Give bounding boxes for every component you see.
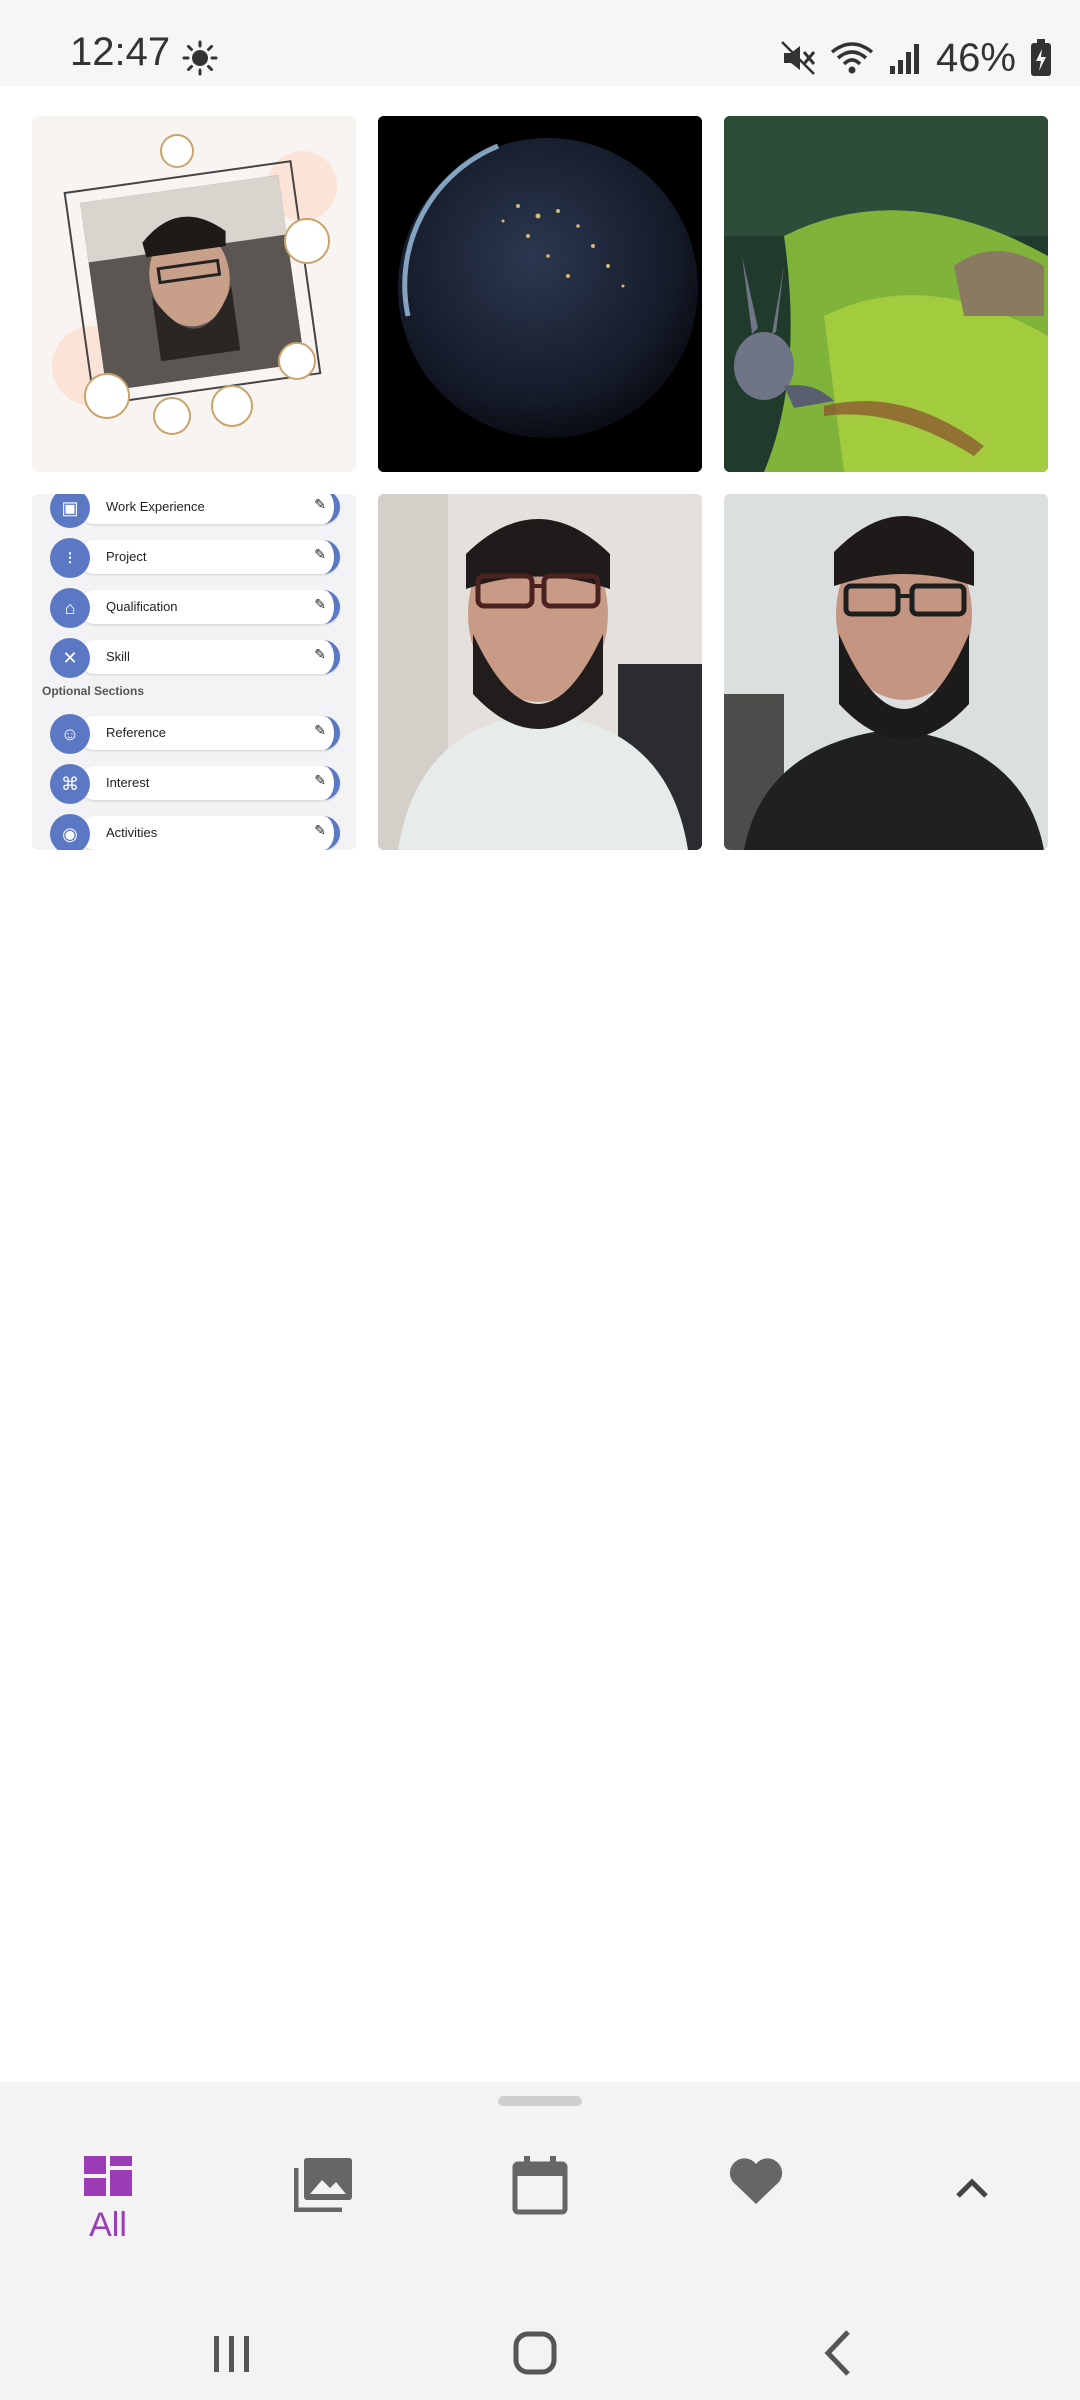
home-icon[interactable] xyxy=(512,2330,558,2376)
status-bar: 12:47 46% xyxy=(0,0,1080,86)
photo-selfie-black-jacket[interactable] xyxy=(724,494,1048,850)
wifi-icon xyxy=(830,42,874,74)
sun-icon xyxy=(182,40,218,76)
tab-photos[interactable] xyxy=(254,2156,394,2296)
pencil-icon: ✎ xyxy=(314,722,326,738)
tools-icon: ✕ xyxy=(50,638,90,678)
signal-icon xyxy=(889,44,919,74)
mute-icon xyxy=(781,41,816,75)
resume-row-project: ⁝ Project ✎ xyxy=(50,538,340,578)
status-time: 12:47 xyxy=(70,30,171,74)
recents-icon[interactable] xyxy=(210,2332,254,2376)
bottom-sheet: All xyxy=(0,2082,1080,2400)
resume-section-title: Optional Sections xyxy=(42,684,145,698)
tab-favorites[interactable] xyxy=(686,2156,826,2296)
pencil-icon: ✎ xyxy=(314,546,326,562)
photo-selfie-white-shirt[interactable] xyxy=(378,494,702,850)
photo-rabbit-grass[interactable] xyxy=(724,116,1048,472)
chevron-up-icon xyxy=(956,2178,988,2198)
project-icon: ⁝ xyxy=(50,538,90,578)
resume-row-qualification: ⌂ Qualification ✎ xyxy=(50,588,340,628)
briefcase-icon: ▣ xyxy=(50,494,90,528)
battery-charging-icon xyxy=(1031,39,1051,76)
pencil-icon: ✎ xyxy=(314,596,326,612)
photo-framed-portrait[interactable] xyxy=(32,116,356,472)
people-icon: ☺ xyxy=(50,714,90,754)
ball-icon: ◉ xyxy=(50,814,90,850)
resume-row-reference: ☺ Reference ✎ xyxy=(50,714,340,754)
graduation-cap-icon: ⌂ xyxy=(50,588,90,628)
resume-row-activities: ◉ Activities ✎ xyxy=(50,814,340,850)
heart-icon xyxy=(729,2158,783,2204)
tab-all[interactable]: All xyxy=(38,2156,178,2296)
photo-earth-night[interactable] xyxy=(378,116,702,472)
screenshot-resume-sections[interactable]: ▣ Work Experience ✎ ⁝ Project ✎ ⌂ Qualif… xyxy=(32,494,356,850)
grid-icon xyxy=(84,2156,132,2196)
pencil-icon: ✎ xyxy=(314,646,326,662)
earth-image xyxy=(378,116,702,472)
photos-icon xyxy=(294,2158,352,2212)
resume-row-skill: ✕ Skill ✎ xyxy=(50,638,340,678)
rabbit-image xyxy=(724,116,1048,472)
status-right: 46% xyxy=(780,30,1052,86)
pencil-icon: ✎ xyxy=(314,772,326,788)
pencil-icon: ✎ xyxy=(314,822,326,838)
tab-expand[interactable] xyxy=(902,2156,1042,2296)
resume-row-work-experience: ▣ Work Experience ✎ xyxy=(50,494,340,528)
command-icon: ⌘ xyxy=(50,764,90,804)
selfie-black-jacket-image xyxy=(724,494,1048,850)
back-icon[interactable] xyxy=(820,2328,856,2378)
battery-percent: 46% xyxy=(935,35,1016,80)
resume-row-interest: ⌘ Interest ✎ xyxy=(50,764,340,804)
selfie-white-shirt-image xyxy=(378,494,702,850)
framed-portrait-image xyxy=(32,116,356,472)
pencil-icon: ✎ xyxy=(314,496,326,512)
system-nav-bar xyxy=(0,2304,1080,2400)
sheet-drag-handle[interactable] xyxy=(498,2096,582,2106)
tab-calendar[interactable] xyxy=(470,2156,610,2296)
tab-all-label: All xyxy=(89,2206,127,2244)
calendar-icon xyxy=(512,2156,568,2215)
